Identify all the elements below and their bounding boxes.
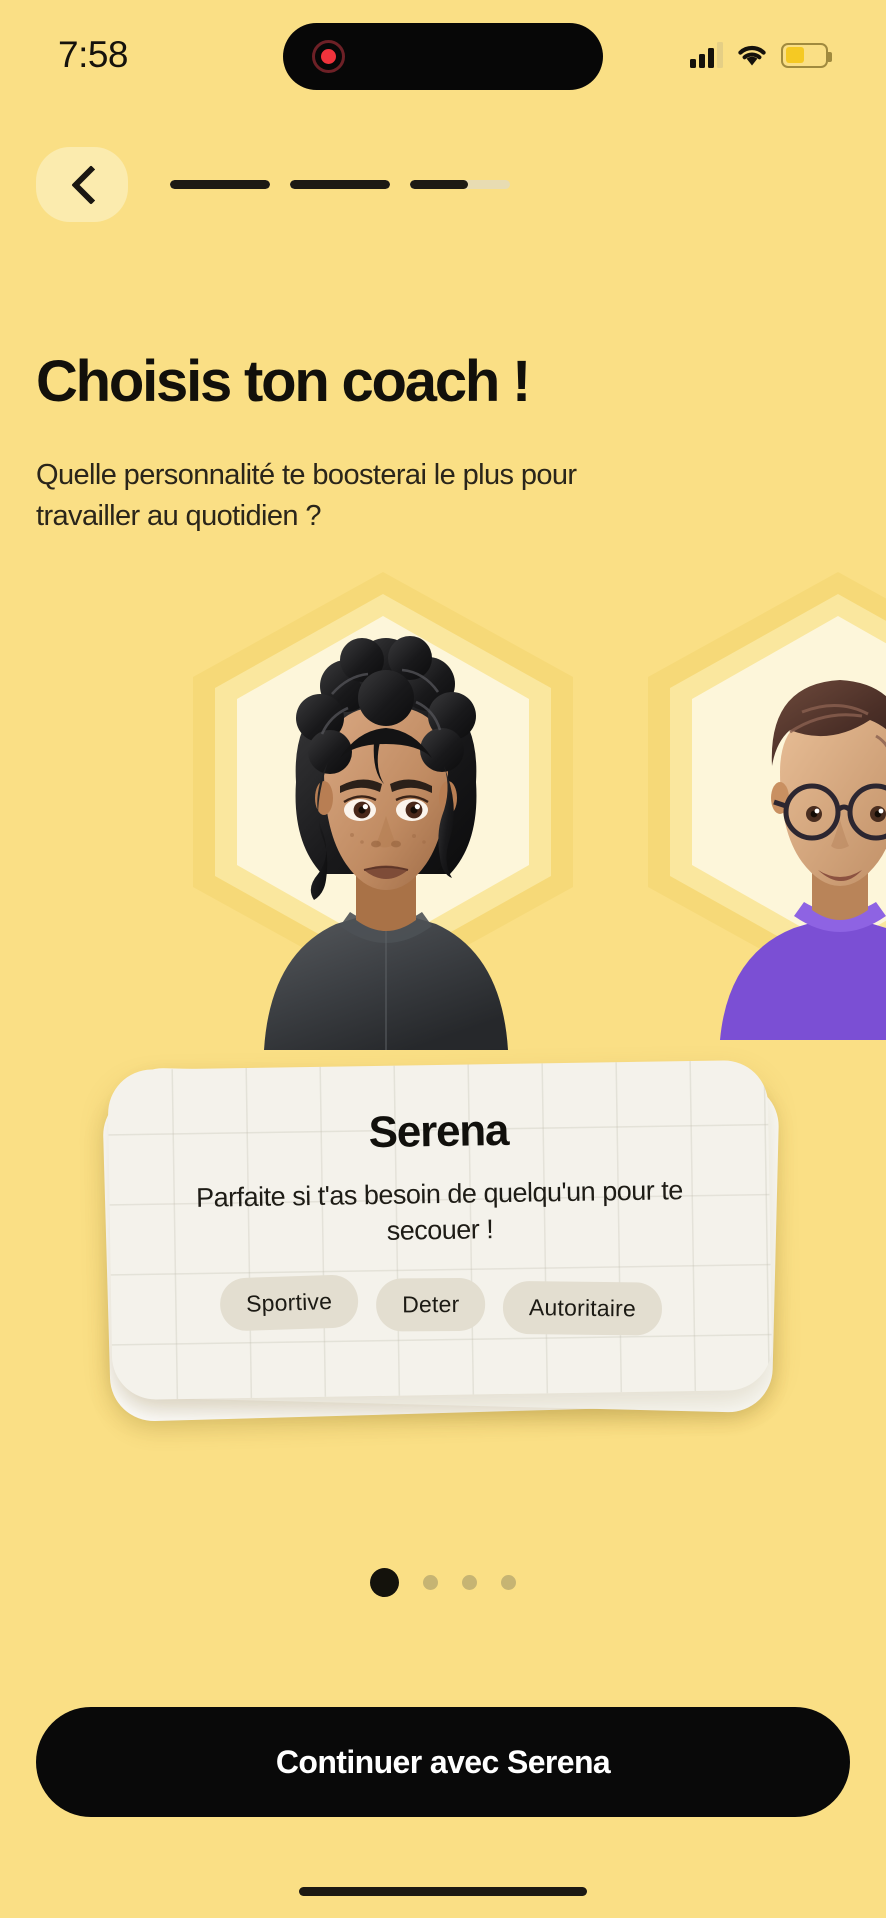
chevron-left-icon xyxy=(72,165,93,203)
status-time: 7:58 xyxy=(58,34,129,75)
pagination-dot-2[interactable] xyxy=(423,1575,438,1590)
progress-segment-2 xyxy=(290,179,390,189)
pagination-dot-3[interactable] xyxy=(462,1575,477,1590)
coach-tag[interactable]: Deter xyxy=(375,1278,486,1332)
coach-card-stack: Serena Parfaite si t'as besoin de quelqu… xyxy=(0,1059,886,1423)
coach-card[interactable]: Serena Parfaite si t'as besoin de quelqu… xyxy=(107,1059,773,1401)
coach-description: Parfaite si t'as besoin de quelqu'un pou… xyxy=(195,1175,683,1246)
progress-segment-1 xyxy=(170,179,270,189)
progress-indicator xyxy=(170,179,510,189)
page-title: Choisis ton coach ! xyxy=(36,349,531,414)
coach-name: Serena xyxy=(368,1105,509,1158)
header-block: Choisis ton coach ! Quelle personnalité … xyxy=(36,349,736,537)
dynamic-island[interactable] xyxy=(283,23,603,90)
pagination-dot-4[interactable] xyxy=(501,1575,516,1590)
coach-avatar-next[interactable] xyxy=(690,640,886,1040)
wifi-icon xyxy=(736,42,768,68)
back-button[interactable] xyxy=(36,146,128,222)
top-navigation xyxy=(0,144,886,224)
home-indicator xyxy=(299,1887,587,1896)
coach-avatar-serena[interactable] xyxy=(236,630,536,1050)
progress-segment-3 xyxy=(410,179,510,189)
status-bar: 7:58 xyxy=(0,0,886,110)
coach-tag[interactable]: Sportive xyxy=(219,1274,359,1332)
continue-button[interactable]: Continuer avec Serena xyxy=(36,1707,850,1817)
record-dot-icon xyxy=(312,40,345,73)
coach-tag[interactable]: Autoritaire xyxy=(502,1281,663,1336)
cellular-signal-icon xyxy=(690,42,723,68)
status-icons xyxy=(638,42,832,68)
carousel-pagination xyxy=(0,1568,886,1597)
battery-icon xyxy=(781,42,832,68)
page-subtitle: Quelle personnalité te boosterai le plus… xyxy=(36,458,577,533)
pagination-dot-1[interactable] xyxy=(370,1568,399,1597)
coach-tags: Sportive Deter Autoritaire xyxy=(219,1271,663,1336)
